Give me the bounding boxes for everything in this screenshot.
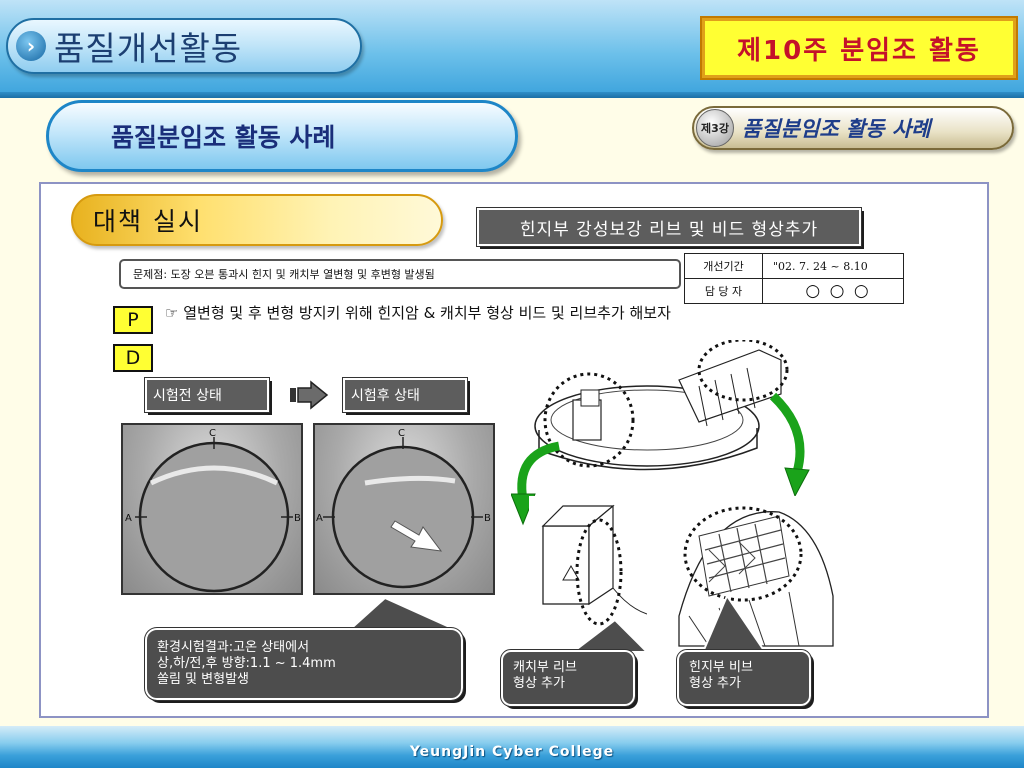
circle-gauge-image: C A B (125, 428, 301, 593)
catch-callout-text: 캐치부 리브 형상 추가 (513, 660, 577, 691)
mark-a: A (125, 513, 132, 524)
before-label: 시험전 상태 (153, 388, 222, 404)
chevron-right-icon: › (16, 31, 46, 61)
mark-a: A (316, 513, 323, 524)
mark-b: B (484, 513, 491, 524)
info-key: 개선기간 (684, 253, 763, 279)
info-value: ○ ○ ○ (762, 278, 904, 304)
mark-c: C (209, 428, 216, 439)
subtitle-pill: 품질분임조 활동 사례 (46, 100, 518, 172)
do-label: D (125, 347, 141, 369)
callout-pointer (571, 618, 650, 653)
green-arrow-right-icon (769, 392, 810, 498)
mark-c: C (398, 428, 405, 439)
problem-box: 문제점: 도장 오븐 통과시 힌지 및 캐치부 열변형 및 후변형 발생됨 (119, 259, 681, 289)
week-badge-text: 제10주 분임조 활동 (737, 35, 981, 66)
after-label: 시험후 상태 (351, 388, 420, 404)
after-label-box: 시험후 상태 (342, 377, 468, 413)
lesson-number: 제3강 (701, 122, 729, 135)
lesson-title: 품질분임조 활동 사례 (742, 116, 931, 141)
measure-title: 힌지부 강성보강 리브 및 비드 형상추가 (519, 219, 819, 240)
result-callout: 환경시험결과:고온 상태에서 상,하/전,후 방향:1.1 ~ 1.4mm 쏠림… (144, 627, 464, 701)
result-callout-text: 환경시험결과:고온 상태에서 상,하/전,후 방향:1.1 ~ 1.4mm 쏠림… (157, 640, 336, 687)
table-row: 담 당 자 ○ ○ ○ (684, 278, 904, 304)
subtitle-text: 품질분임조 활동 사례 (111, 123, 336, 152)
content-panel: 대책 실시 힌지부 강성보강 리브 및 비드 형상추가 문제점: 도장 오븐 통… (39, 182, 989, 718)
info-key: 담 당 자 (684, 278, 763, 304)
right-arrow-icon (290, 380, 329, 410)
section-title: 대책 실시 (93, 207, 203, 236)
lesson-badge: 제3강 품질분임조 활동 사례 (692, 106, 1014, 150)
section-title-pill: 대책 실시 (71, 194, 443, 246)
hinge-callout: 힌지부 비브 형상 추가 (676, 649, 812, 707)
plan-box: P (113, 306, 153, 334)
catch-callout: 캐치부 리브 형상 추가 (500, 649, 636, 707)
lesson-number-circle: 제3강 (696, 109, 734, 147)
mark-b: B (294, 513, 301, 524)
circle-gauge-image: C A B (316, 428, 491, 589)
before-label-box: 시험전 상태 (144, 377, 270, 413)
header-title-pill: › 품질개선활동 (6, 18, 362, 74)
catch-detail-image (541, 504, 648, 626)
plan-label: P (127, 309, 139, 331)
problem-text: 문제점: 도장 오븐 통과시 힌지 및 캐치부 열변형 및 후변형 발생됨 (133, 268, 435, 281)
callout-pointer (701, 594, 767, 653)
page-title: 품질개선활동 (54, 29, 243, 68)
do-box: D (113, 344, 153, 372)
info-value: "02. 7. 24 ~ 8.10 (762, 253, 904, 279)
catch-detail-drawing (529, 496, 648, 626)
before-test-photo: C A B (121, 423, 303, 595)
after-test-photo: C A B (313, 423, 495, 595)
measure-title-box: 힌지부 강성보강 리브 및 비드 형상추가 (476, 207, 862, 247)
info-table: 개선기간 "02. 7. 24 ~ 8.10 담 당 자 ○ ○ ○ (684, 253, 904, 304)
hinge-callout-text: 힌지부 비브 형상 추가 (689, 660, 753, 691)
table-row: 개선기간 "02. 7. 24 ~ 8.10 (684, 253, 904, 279)
plan-text: ☞ 열변형 및 후 변형 방지키 위해 힌지암 & 캐치부 형상 비드 및 리브… (165, 304, 671, 322)
week-badge: 제10주 분임조 활동 (700, 16, 1018, 80)
footer-text: YeungJin Cyber College (409, 744, 615, 760)
